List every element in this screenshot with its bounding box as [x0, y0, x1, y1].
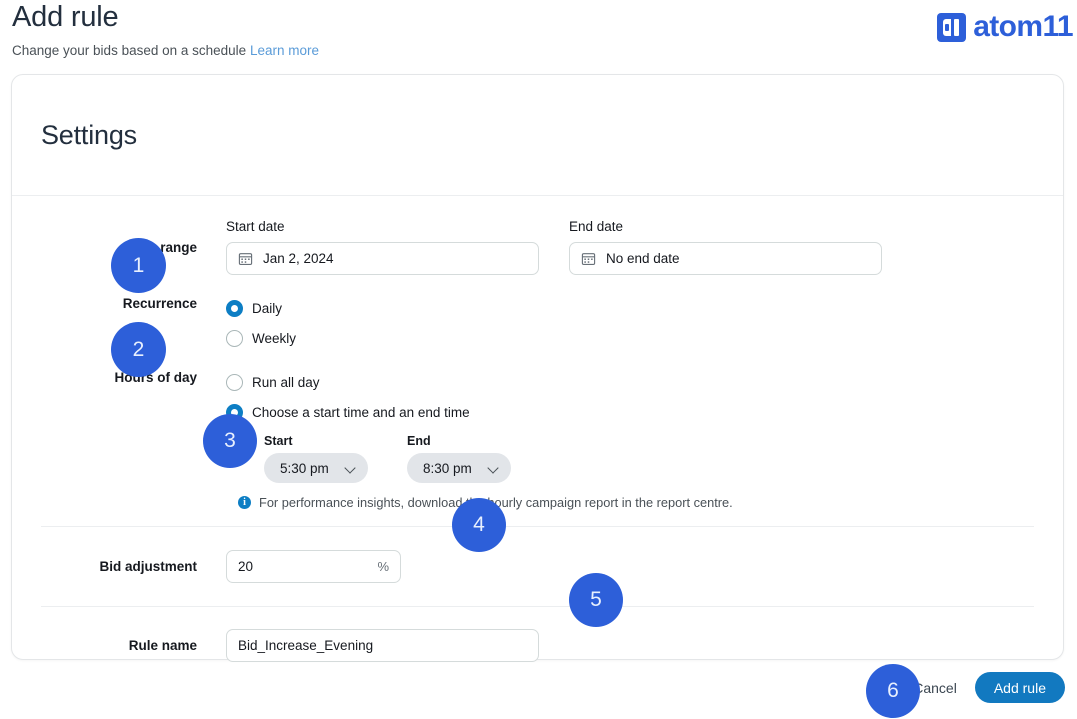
atom11-mark-icon: [937, 12, 967, 42]
section-title: Settings: [41, 119, 137, 150]
end-time-label: End: [407, 434, 431, 448]
end-time-group: End 8:30 pm: [407, 434, 511, 483]
radio-weekly-label: Weekly: [252, 330, 297, 346]
brand-logo: atom11: [937, 10, 1074, 43]
date-range-row: Date range Start date Jan 2, 2024 End da…: [12, 196, 1063, 275]
start-time-select[interactable]: 5:30 pm: [264, 453, 368, 483]
chevron-down-icon: [345, 463, 355, 473]
hours-of-day-row: Hours of day Run all day Choose a start …: [12, 356, 1063, 510]
mark-letter-a: [943, 18, 952, 36]
end-date-group: End date No end date: [569, 218, 882, 275]
recurrence-label: Recurrence: [122, 296, 197, 311]
start-time-value: 5:30 pm: [280, 460, 329, 476]
bid-adjustment-row: Bid adjustment 20 %: [12, 527, 1063, 583]
brand-name: atom11: [973, 10, 1073, 43]
hourly-report-hint: i For performance insights, download the…: [238, 495, 1063, 510]
radio-run-all-day-control[interactable]: [226, 373, 243, 391]
step-badge-2: 2: [111, 322, 166, 377]
percent-suffix: %: [377, 559, 389, 574]
start-time-label: Start: [264, 434, 293, 448]
footer-actions: Cancel Add rule: [911, 672, 1065, 703]
time-range-group: Start 5:30 pm End 8:30 pm: [264, 434, 1063, 483]
end-time-select[interactable]: 8:30 pm: [407, 453, 511, 483]
radio-weekly[interactable]: Weekly: [226, 326, 1063, 350]
rule-name-field: Bid_Increase_Evening: [226, 629, 1063, 662]
add-rule-button[interactable]: Add rule: [974, 672, 1065, 703]
radio-choose-time[interactable]: Choose a start time and an end time: [226, 400, 1063, 424]
bid-adjustment-field: 20 %: [226, 550, 1063, 583]
hours-of-day-options: Run all day Choose a start time and an e…: [226, 370, 1063, 510]
step-badge-1: 1: [111, 238, 166, 293]
start-time-group: Start 5:30 pm: [264, 434, 368, 483]
card-body: Date range Start date Jan 2, 2024 End da…: [12, 196, 1063, 662]
radio-weekly-control[interactable]: [226, 329, 243, 347]
chevron-down-icon: [488, 463, 498, 473]
radio-run-all-day-label: Run all day: [252, 374, 320, 390]
page-header: Add rule Change your bids based on a sch…: [12, 0, 1065, 60]
learn-more-link[interactable]: Learn more: [250, 43, 319, 58]
recurrence-row: Recurrence Daily Weekly: [12, 275, 1063, 356]
rule-name-label: Rule name: [128, 638, 197, 653]
rule-name-input[interactable]: Bid_Increase_Evening: [226, 629, 539, 662]
calendar-icon: [238, 251, 253, 266]
mark-letter-one: [954, 18, 960, 36]
rule-name-value: Bid_Increase_Evening: [238, 638, 374, 653]
calendar-icon: [581, 251, 596, 266]
step-badge-5: 5: [569, 573, 623, 627]
settings-card: Settings Date range Start date Jan 2, 20…: [11, 74, 1064, 662]
page-subtitle-text: Change your bids based on a schedule: [12, 43, 247, 58]
rule-name-row: Rule name Bid_Increase_Evening: [12, 607, 1063, 662]
end-date-value: No end date: [606, 251, 680, 266]
page-subtitle: Change your bids based on a schedule Lea…: [12, 42, 1065, 60]
start-date-label: Start date: [226, 219, 285, 234]
radio-daily-control[interactable]: [226, 299, 243, 317]
card-header: Settings: [12, 75, 1063, 196]
page-title: Add rule: [12, 1, 119, 33]
radio-run-all-day[interactable]: Run all day: [226, 370, 1063, 394]
bid-adjustment-input[interactable]: 20 %: [226, 550, 401, 583]
radio-daily-label: Daily: [252, 300, 283, 316]
step-badge-3: 3: [203, 414, 257, 468]
radio-choose-time-label: Choose a start time and an end time: [252, 404, 470, 420]
bid-adjustment-label: Bid adjustment: [99, 559, 197, 574]
step-badge-6: 6: [866, 664, 920, 718]
radio-daily[interactable]: Daily: [226, 296, 1063, 320]
start-date-group: Start date Jan 2, 2024: [226, 218, 539, 275]
hours-of-day-label: Hours of day: [114, 370, 197, 385]
bid-adjustment-value: 20: [238, 559, 254, 574]
end-date-label: End date: [569, 219, 624, 234]
end-time-value: 8:30 pm: [423, 460, 472, 476]
end-date-input[interactable]: No end date: [569, 242, 882, 275]
start-date-input[interactable]: Jan 2, 2024: [226, 242, 539, 275]
recurrence-options: Daily Weekly: [226, 296, 1063, 356]
info-icon: i: [238, 496, 251, 509]
date-range-fields: Start date Jan 2, 2024 End date No end d…: [226, 218, 1063, 275]
start-date-value: Jan 2, 2024: [263, 251, 334, 266]
step-badge-4: 4: [452, 498, 506, 552]
